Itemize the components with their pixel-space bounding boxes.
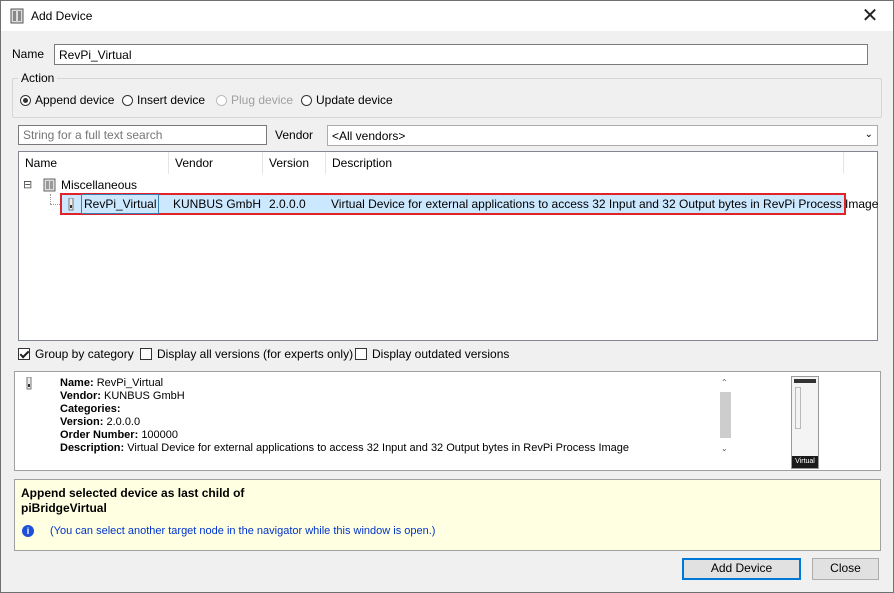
details-description: Description: Virtual Device for external… — [60, 442, 630, 454]
display-all-versions-checkbox[interactable]: Display all versions (for experts only) — [140, 347, 353, 361]
details-order-number: Order Number: 100000 — [60, 429, 179, 441]
vendor-dropdown-value: <All vendors> — [332, 129, 406, 143]
checkbox-box[interactable] — [140, 348, 152, 360]
close-button[interactable]: Close — [812, 558, 879, 580]
scroll-thumb[interactable] — [720, 392, 731, 438]
revpi-device-icon — [68, 198, 74, 211]
name-input[interactable] — [54, 44, 868, 65]
device-image: Virtual — [791, 376, 819, 469]
details-name: Name: RevPi_Virtual — [60, 377, 164, 389]
hint-panel: Append selected device as last child of … — [14, 479, 881, 551]
radio-append-device[interactable]: Append device — [20, 93, 114, 107]
column-header-description[interactable]: Description — [326, 152, 844, 174]
window-title: Add Device — [31, 9, 93, 23]
details-version: Version: 2.0.0.0 — [60, 416, 141, 428]
radio-label: Plug device — [231, 93, 294, 107]
checkbox-box[interactable] — [355, 348, 367, 360]
column-header-vendor[interactable]: Vendor — [169, 152, 263, 174]
folder-device-icon — [43, 178, 56, 192]
hint-line-2: piBridgeVirtual — [21, 501, 107, 515]
info-icon: i — [22, 525, 34, 537]
collapse-icon[interactable]: ⊟ — [23, 176, 32, 194]
title-bar: Add Device ✕ — [1, 1, 893, 31]
checkbox-label: Display outdated versions — [372, 347, 510, 361]
radio-label: Update device — [316, 93, 393, 107]
device-row-selected[interactable]: RevPi_Virtual KUNBUS GmbH 2.0.0.0 Virtua… — [60, 193, 878, 215]
radio-plug-device: Plug device — [216, 93, 293, 107]
group-by-category-checkbox[interactable]: Group by category — [18, 347, 134, 361]
radio-insert-device[interactable]: Insert device — [122, 93, 205, 107]
close-icon[interactable]: ✕ — [853, 3, 887, 29]
radio-update-device[interactable]: Update device — [301, 93, 393, 107]
scroll-down-icon[interactable]: ⌄ — [721, 444, 728, 453]
details-scrollbar[interactable]: ⌃ ⌄ — [718, 378, 733, 460]
chevron-down-icon: ⌄ — [864, 129, 873, 140]
radio-label: Append device — [35, 93, 115, 107]
radio-dot[interactable] — [122, 94, 133, 106]
device-name-cell[interactable]: RevPi_Virtual — [81, 194, 160, 214]
checkbox-box[interactable] — [18, 348, 30, 360]
tree-connector — [50, 204, 60, 206]
vendor-dropdown[interactable]: <All vendors> ⌄ — [327, 125, 878, 146]
device-details-panel: Name: RevPi_Virtual Vendor: KUNBUS GmbH … — [14, 371, 881, 471]
device-description-cell: Virtual Device for external applications… — [331, 197, 879, 211]
details-vendor: Vendor: KUNBUS GmbH — [60, 390, 185, 402]
column-header-name[interactable]: Name — [19, 152, 169, 174]
details-categories: Categories: — [60, 403, 121, 415]
group-label: Miscellaneous — [61, 178, 138, 192]
tree-connector — [50, 194, 52, 204]
checkbox-label: Display all versions (for experts only) — [157, 347, 354, 361]
vendor-label: Vendor — [275, 128, 314, 142]
device-image-top — [794, 379, 816, 383]
device-vendor-cell: KUNBUS GmbH — [173, 197, 262, 211]
scroll-up-icon[interactable]: ⌃ — [721, 378, 728, 387]
device-version-cell: 2.0.0.0 — [269, 197, 306, 211]
device-list: Name Vendor Version Description ⊟ Miscel… — [18, 151, 878, 341]
name-label: Name — [12, 47, 45, 61]
add-device-button[interactable]: Add Device — [682, 558, 801, 580]
revpi-device-icon — [26, 377, 32, 390]
tree-group-row[interactable]: ⊟ Miscellaneous — [23, 176, 323, 194]
device-icon — [10, 8, 24, 24]
column-header-version[interactable]: Version — [263, 152, 326, 174]
add-device-dialog: Add Device ✕ Name Action Append device I… — [0, 0, 894, 593]
radio-dot[interactable] — [301, 94, 312, 106]
hint-line-1: Append selected device as last child of — [21, 486, 245, 500]
display-outdated-checkbox[interactable]: Display outdated versions — [355, 347, 509, 361]
search-input[interactable] — [18, 125, 267, 145]
action-legend: Action — [18, 71, 58, 85]
device-image-slot — [795, 387, 801, 429]
radio-dot — [216, 94, 227, 106]
checkbox-label: Group by category — [35, 347, 134, 361]
device-image-caption: Virtual — [792, 456, 818, 468]
radio-label: Insert device — [137, 93, 206, 107]
hint-info-text: (You can select another target node in t… — [50, 525, 436, 537]
radio-dot[interactable] — [20, 94, 31, 106]
